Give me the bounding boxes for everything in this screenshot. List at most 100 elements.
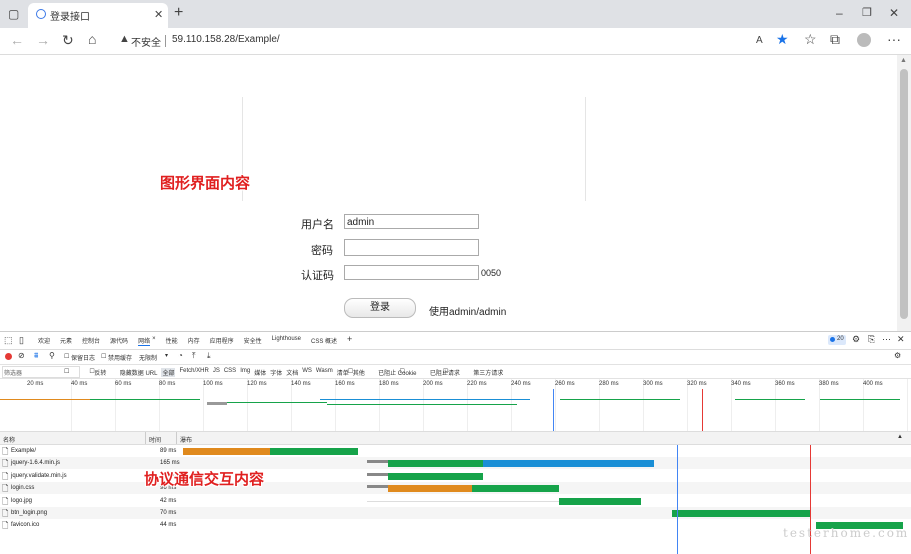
preserve-log-checkbox[interactable]: ☐ bbox=[64, 353, 69, 360]
username-input[interactable]: admin bbox=[344, 214, 479, 229]
devtools-more-icon[interactable]: ⋯ bbox=[882, 334, 891, 345]
table-row[interactable]: 🗋 favicon.ico 44 ms bbox=[0, 519, 911, 532]
devtools-tab-lighthouse[interactable]: Lighthouse bbox=[272, 336, 301, 346]
more-icon[interactable]: ··· bbox=[887, 32, 901, 46]
disable-cache-checkbox[interactable]: ☐ bbox=[101, 353, 106, 360]
col-time-header[interactable]: 时间 bbox=[149, 435, 161, 444]
filter-option[interactable]: 已阻止请求 bbox=[423, 368, 460, 377]
table-row[interactable]: 🗋 logo.jpg 42 ms bbox=[0, 494, 911, 507]
waterfall-bar bbox=[483, 460, 654, 468]
devtools-close-icon[interactable]: ✕ bbox=[897, 334, 905, 345]
table-row[interactable]: 🗋 btn_login.png 70 ms bbox=[0, 507, 911, 519]
filter-option[interactable]: 媒体 bbox=[254, 368, 266, 377]
filter-option[interactable]: 全部 bbox=[161, 368, 176, 377]
gui-annotation: 图形界面内容 bbox=[160, 174, 251, 192]
filter-option[interactable]: 第三方请求 bbox=[466, 368, 503, 377]
table-row[interactable]: 🗋 login.css 96 ms bbox=[0, 482, 911, 495]
col-waterfall-header[interactable]: 瀑布 bbox=[180, 435, 192, 444]
timeline-tick-label: 380 ms bbox=[819, 381, 839, 387]
devtools-tab-console[interactable]: 控制台 bbox=[82, 336, 100, 346]
home-icon[interactable]: ⌂ bbox=[88, 32, 96, 46]
filter-option[interactable]: JS bbox=[213, 368, 220, 377]
forward-icon[interactable]: → bbox=[36, 33, 50, 47]
address-bar[interactable]: 59.110.158.28/Example/ bbox=[172, 34, 280, 45]
scroll-thumb[interactable] bbox=[900, 69, 908, 319]
device-icon[interactable]: ▯ bbox=[19, 335, 24, 346]
wifi-icon[interactable]: ◔ bbox=[178, 351, 183, 360]
devtools-tab-css-overview[interactable]: CSS 概述 bbox=[311, 336, 337, 346]
timeline-tick-label: 100 ms bbox=[203, 381, 223, 387]
filter-option[interactable]: WS bbox=[302, 368, 312, 377]
devtools-tab-sources[interactable]: 源代码 bbox=[110, 336, 128, 346]
record-icon[interactable] bbox=[5, 353, 12, 360]
issues-count: 20 bbox=[837, 336, 844, 342]
scroll-up-icon[interactable]: ▲ bbox=[900, 57, 907, 64]
table-row[interactable]: 🗋 Example/89 ms bbox=[0, 445, 911, 457]
devtools-tab-welcome[interactable]: 欢迎 bbox=[38, 336, 50, 346]
new-tab-icon[interactable]: + bbox=[174, 5, 183, 21]
devtools-tab-memory[interactable]: 内存 bbox=[188, 336, 200, 346]
filter-option[interactable]: 隐藏数据 URL bbox=[113, 368, 158, 377]
window-menu-icon[interactable]: ▢ bbox=[8, 7, 19, 21]
favorite-star-icon[interactable]: ★ bbox=[776, 32, 789, 46]
clear-icon[interactable]: ⊘ bbox=[18, 351, 25, 360]
timeline-grid-line bbox=[907, 379, 908, 431]
devtools-tab-network-close-icon[interactable]: × bbox=[152, 336, 156, 346]
filter-option[interactable]: 字体 bbox=[270, 368, 282, 377]
table-row[interactable]: 🗋 jquery.validate.min.js 113 ms bbox=[0, 469, 911, 482]
throttle-dropdown-icon[interactable]: ▾ bbox=[165, 352, 168, 359]
minimize-icon[interactable]: – bbox=[836, 6, 843, 20]
dock-icon[interactable]: ⎘ bbox=[868, 334, 875, 345]
favorites-icon[interactable]: ☆ bbox=[804, 32, 817, 46]
refresh-icon[interactable]: ↻ bbox=[62, 33, 74, 47]
download-icon[interactable]: ⤓ bbox=[207, 351, 211, 361]
filter-option[interactable]: 其他 bbox=[353, 368, 365, 377]
request-time: 70 ms bbox=[160, 510, 177, 516]
settings-gear-icon[interactable]: ⚙ bbox=[852, 334, 860, 345]
back-icon[interactable]: ← bbox=[10, 33, 24, 47]
page-scrollbar[interactable]: ▲ bbox=[897, 55, 911, 331]
devtools-tab-application[interactable]: 应用程序 bbox=[210, 336, 234, 346]
throttle-select[interactable]: 无限制 bbox=[139, 353, 157, 362]
profile-avatar[interactable] bbox=[857, 33, 871, 47]
devtools-panel: ⬚ ▯ 欢迎 元素 控制台 源代码 网络 × 性能 内存 应用程序 安全性 Li… bbox=[0, 331, 911, 554]
sort-ascending-icon[interactable]: ▲ bbox=[897, 434, 903, 440]
tab-close-icon[interactable]: ✕ bbox=[154, 8, 163, 22]
devtools-tab-elements[interactable]: 元素 bbox=[60, 336, 72, 346]
filter-option[interactable]: CSS bbox=[224, 368, 236, 377]
not-secure-label[interactable]: 不安全 bbox=[131, 34, 161, 49]
filter-checkbox[interactable]: ☐ bbox=[89, 368, 94, 377]
window-close-icon[interactable]: ✕ bbox=[889, 6, 899, 20]
filter-option[interactable]: Img bbox=[240, 368, 250, 377]
search-icon[interactable]: ⚲ bbox=[49, 351, 55, 360]
devtools-tab-security[interactable]: 安全性 bbox=[244, 336, 262, 346]
filter-checkbox[interactable]: ☐ bbox=[443, 368, 448, 377]
devtools-tab-performance[interactable]: 性能 bbox=[166, 336, 178, 346]
filter-checkbox[interactable]: ☐ bbox=[348, 368, 353, 377]
issues-badge[interactable]: 20 bbox=[828, 335, 846, 345]
filter-option[interactable]: 文档 bbox=[286, 368, 298, 377]
network-settings-icon[interactable]: ⚙ bbox=[894, 351, 901, 360]
read-aloud-icon[interactable]: A bbox=[756, 34, 763, 48]
login-button[interactable]: 登录 bbox=[344, 298, 416, 318]
collections-icon[interactable]: ⧉ bbox=[830, 32, 840, 46]
filter-checkbox[interactable]: ☐ bbox=[399, 368, 404, 377]
timeline-tick-label: 80 ms bbox=[159, 381, 176, 387]
devtools-add-tab-icon[interactable]: + bbox=[347, 334, 352, 346]
browser-tab[interactable]: 登录接口 ✕ bbox=[28, 3, 168, 28]
password-input[interactable] bbox=[344, 239, 479, 256]
filter-checkbox[interactable]: ☐ bbox=[64, 368, 69, 377]
filter-option[interactable]: 已阻止 Cookie bbox=[371, 368, 416, 377]
table-row[interactable]: 🗋 jquery-1.6.4.min.js 165 ms bbox=[0, 457, 911, 470]
inspect-icon[interactable]: ⬚ bbox=[4, 335, 13, 346]
filter-icon[interactable]: ⩩ bbox=[34, 351, 38, 361]
restore-icon[interactable]: ❐ bbox=[862, 6, 872, 20]
filter-option[interactable]: Fetch/XHR bbox=[179, 368, 208, 377]
col-name-header[interactable]: 名称 bbox=[3, 435, 15, 444]
devtools-tab-network[interactable]: 网络 bbox=[138, 336, 151, 346]
captcha-input[interactable] bbox=[344, 265, 479, 280]
upload-icon[interactable]: ⤒ bbox=[192, 351, 196, 361]
timeline-tick-label: 160 ms bbox=[335, 381, 355, 387]
overview-bar bbox=[207, 402, 227, 405]
filter-option[interactable]: Wasm bbox=[316, 368, 333, 377]
